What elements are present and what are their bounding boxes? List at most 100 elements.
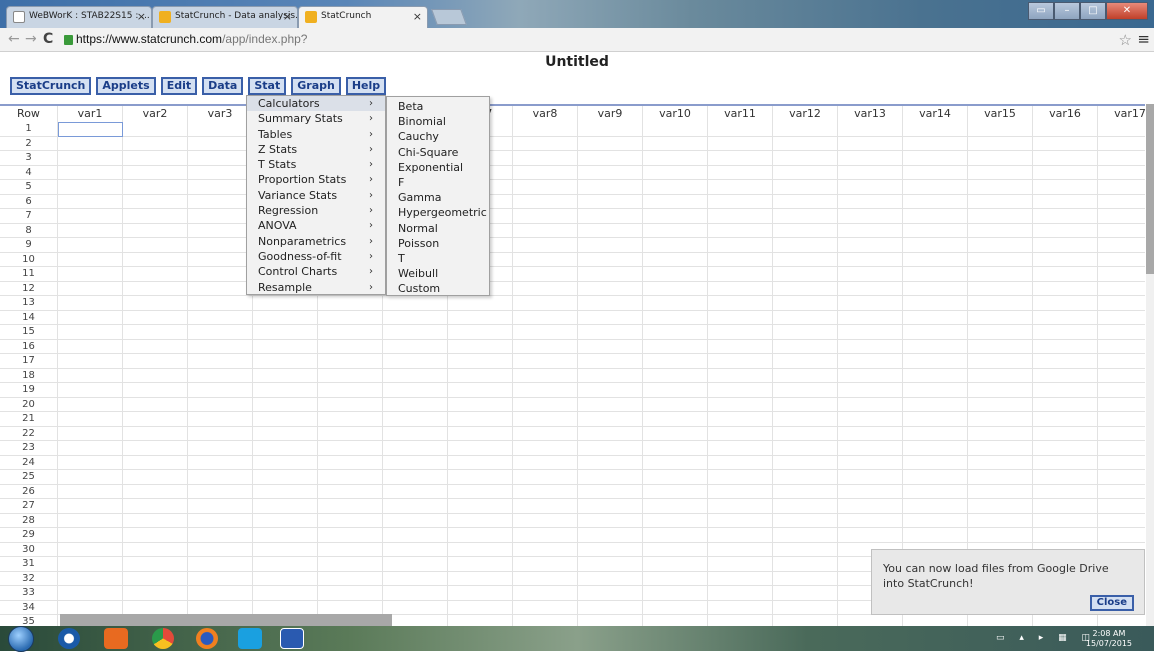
grid-cell[interactable] [968,513,1033,528]
grid-cell[interactable] [123,397,188,412]
grid-cell[interactable] [773,441,838,456]
grid-cell[interactable] [1033,383,1098,398]
grid-cell[interactable] [58,354,123,369]
grid-cell[interactable] [838,441,903,456]
stat-menu-item[interactable]: Z Stats › [247,142,385,157]
grid-cell[interactable] [773,238,838,253]
calculator-menu-item[interactable]: Cauchy [387,129,489,144]
grid-cell[interactable] [838,412,903,427]
grid-cell[interactable] [968,412,1033,427]
grid-cell[interactable] [448,296,513,311]
grid-cell[interactable] [1033,281,1098,296]
grid-cell[interactable] [578,339,643,354]
grid-cell[interactable] [513,151,578,166]
restore-icon[interactable]: ▭ [1028,2,1054,20]
grid-cell[interactable] [1098,282,1145,296]
grid-cell[interactable] [58,600,123,615]
grid-cell[interactable] [513,238,578,253]
grid-cell[interactable] [708,252,773,267]
grid-cell[interactable] [903,325,968,340]
stat-menu-item[interactable]: ANOVA › [247,218,385,233]
grid-cell[interactable] [643,542,708,557]
grid-cell[interactable] [578,194,643,209]
grid-cell[interactable] [1098,456,1145,470]
grid-cell[interactable] [58,325,123,340]
grid-cell[interactable] [773,600,838,615]
grid-cell[interactable] [643,528,708,543]
grid-cell[interactable] [318,513,383,528]
grid-cell[interactable] [708,542,773,557]
grid-cell[interactable] [968,397,1033,412]
grid-cell[interactable] [318,383,383,398]
grid-cell[interactable] [253,397,318,412]
menu-applets[interactable]: Applets [96,77,156,95]
grid-cell[interactable] [188,281,253,296]
grid-cell[interactable] [903,383,968,398]
grid-cell[interactable] [578,354,643,369]
column-header[interactable]: var13 [838,106,903,122]
grid-cell[interactable] [903,484,968,499]
row-number[interactable]: 11 [0,267,58,282]
grid-cell[interactable] [188,528,253,543]
grid-cell[interactable] [903,310,968,325]
row-number[interactable]: 32 [0,571,58,586]
chrome-icon[interactable] [152,628,174,649]
grid-cell[interactable] [123,281,188,296]
grid-cell[interactable] [188,136,253,151]
grid-cell[interactable] [188,600,253,615]
grid-cell[interactable] [578,615,643,626]
grid-cell[interactable] [773,426,838,441]
column-header[interactable]: var16 [1033,106,1098,122]
grid-cell[interactable] [253,296,318,311]
grid-cell[interactable] [773,615,838,626]
grid-cell[interactable] [1033,441,1098,456]
grid-cell[interactable] [448,354,513,369]
grid-cell[interactable] [1033,252,1098,267]
grid-cell[interactable] [188,252,253,267]
grid-cell[interactable] [838,513,903,528]
grid-cell[interactable] [448,571,513,586]
stat-menu-item[interactable]: Nonparametrics › [247,234,385,249]
row-number[interactable]: 1 [0,122,58,137]
grid-cell[interactable] [773,513,838,528]
grid-cell[interactable] [838,325,903,340]
grid-cell[interactable] [708,339,773,354]
row-number[interactable]: 19 [0,383,58,398]
grid-cell[interactable] [58,165,123,180]
column-header[interactable]: var12 [773,106,838,122]
grid-cell[interactable] [643,165,708,180]
grid-cell[interactable] [188,180,253,195]
grid-cell[interactable] [578,122,643,137]
grid-cell[interactable] [123,310,188,325]
grid-cell[interactable] [383,354,448,369]
grid-cell[interactable] [1033,354,1098,369]
grid-cell[interactable] [58,557,123,572]
row-number[interactable]: 26 [0,484,58,499]
grid-cell[interactable] [1098,137,1145,151]
grid-cell[interactable] [513,339,578,354]
row-number[interactable]: 33 [0,586,58,601]
grid-cell[interactable] [448,383,513,398]
column-header[interactable]: var9 [578,106,643,122]
grid-cell[interactable] [383,542,448,557]
row-number[interactable]: 13 [0,296,58,311]
grid-cell[interactable] [968,310,1033,325]
grid-cell[interactable] [253,557,318,572]
grid-cell[interactable] [123,470,188,485]
grid-cell[interactable] [1033,484,1098,499]
reload-icon[interactable]: C [43,31,53,47]
grid-cell[interactable] [58,397,123,412]
column-header[interactable]: var15 [968,106,1033,122]
grid-cell[interactable] [903,397,968,412]
grid-cell[interactable] [123,586,188,601]
grid-cell[interactable] [1098,195,1145,209]
grid-cell[interactable] [253,441,318,456]
grid-cell[interactable] [188,209,253,224]
grid-cell[interactable] [513,122,578,137]
grid-cell[interactable] [1033,615,1098,626]
grid-cell[interactable] [578,412,643,427]
grid-cell[interactable] [318,368,383,383]
grid-cell[interactable] [58,339,123,354]
grid-cell[interactable] [968,470,1033,485]
grid-cell[interactable] [1098,238,1145,253]
